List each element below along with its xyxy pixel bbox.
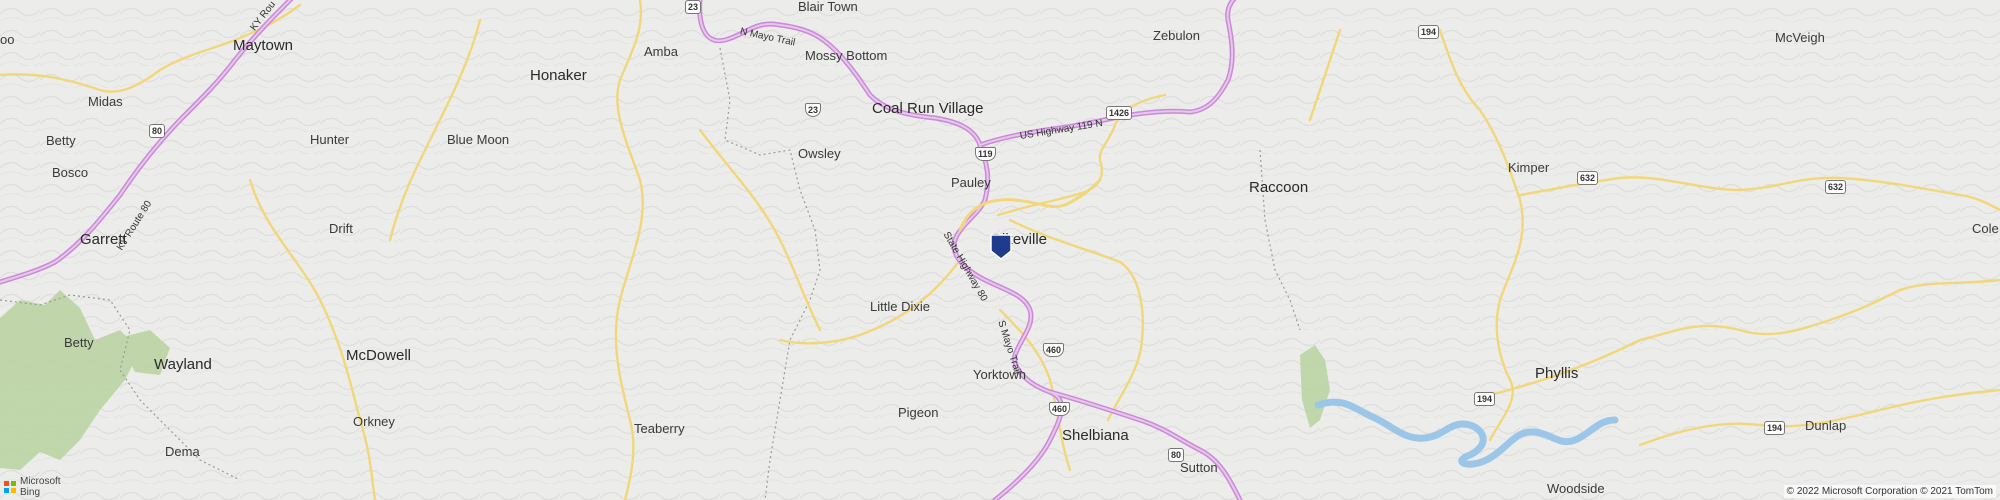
place-label: McDowell xyxy=(346,347,412,364)
route-shield: 80 xyxy=(149,124,166,138)
map-canvas[interactable]: oo Maytown Midas Betty Bosco Garrett Hun… xyxy=(0,0,2000,500)
route-shield: 194 xyxy=(1474,392,1496,406)
bing-logo-line2: Bing xyxy=(20,487,41,498)
place-label: Bosco xyxy=(52,165,89,180)
place-label: Cole xyxy=(1972,221,1999,236)
route-shield: 194 xyxy=(1418,25,1440,39)
route-shield: 1426 xyxy=(1106,106,1133,120)
route-shield: 632 xyxy=(1825,180,1847,194)
place-label: Raccoon xyxy=(1249,179,1309,196)
bing-logo-line1: Microsoft xyxy=(20,476,61,487)
place-label: Betty xyxy=(64,335,94,350)
place-label: Honaker xyxy=(530,67,587,84)
place-label: Wayland xyxy=(154,356,212,373)
place-label: Blue Moon xyxy=(447,132,510,147)
bing-logo-text: Microsoft Bing xyxy=(20,476,61,498)
copyright-notice: © 2022 Microsoft Corporation © 2021 TomT… xyxy=(1783,485,1996,498)
place-label: Blair Town xyxy=(798,0,858,14)
place-label: Shelbiana xyxy=(1062,427,1129,444)
place-label: oo xyxy=(0,32,15,47)
route-shield: 119 xyxy=(975,147,996,161)
bing-logo[interactable]: Microsoft Bing xyxy=(4,476,61,498)
place-label: Maytown xyxy=(233,37,294,54)
place-label: Woodside xyxy=(1547,481,1605,496)
place-label: Owsley xyxy=(798,146,841,161)
place-label: Drift xyxy=(329,221,353,236)
place-label: Little Dixie xyxy=(870,299,930,314)
microsoft-logo-icon xyxy=(4,481,16,493)
place-label: Dunlap xyxy=(1805,418,1847,433)
route-shield: 23 xyxy=(685,0,702,14)
place-label: Orkney xyxy=(353,414,395,429)
place-label: Teaberry xyxy=(634,421,685,436)
place-label: Midas xyxy=(88,94,123,109)
route-shield: 80 xyxy=(1168,448,1185,462)
place-label: Sutton xyxy=(1180,460,1218,475)
place-label: Coal Run Village xyxy=(872,100,984,117)
place-label: Dema xyxy=(165,444,200,459)
place-label: Pauley xyxy=(951,175,991,190)
place-label: Zebulon xyxy=(1153,28,1200,43)
place-label: Hunter xyxy=(310,132,350,147)
place-label: Pigeon xyxy=(898,405,939,420)
location-pin-icon[interactable] xyxy=(990,234,1012,260)
place-label: Betty xyxy=(46,133,76,148)
place-label: McVeigh xyxy=(1775,30,1825,45)
place-label: Phyllis xyxy=(1535,365,1579,382)
place-label: Amba xyxy=(644,44,678,59)
place-label: Kimper xyxy=(1508,160,1550,175)
route-shield: 632 xyxy=(1577,171,1599,185)
place-label: Mossy Bottom xyxy=(805,48,888,63)
route-shield: 460 xyxy=(1049,402,1071,416)
route-shield: 194 xyxy=(1764,421,1786,435)
route-shield: 460 xyxy=(1043,343,1065,357)
